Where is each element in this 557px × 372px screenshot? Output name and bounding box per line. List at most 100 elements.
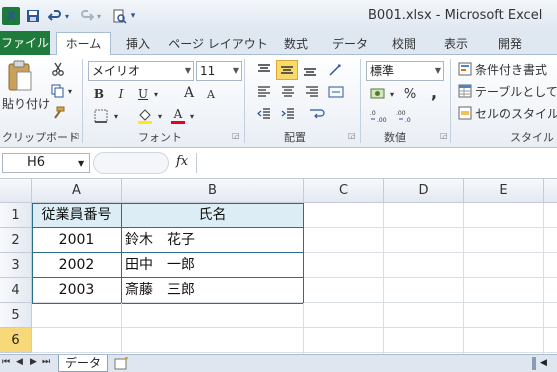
row-header[interactable]: 5 (0, 303, 32, 328)
insert-sheet-icon[interactable] (114, 356, 130, 370)
excel-logo-icon[interactable]: X (2, 7, 20, 25)
font-color-button[interactable]: A (170, 105, 186, 125)
worksheet-grid[interactable]: A B C D E 1 2 3 4 5 6 従業員番号 氏名 2001 鈴木 花… (0, 179, 557, 354)
cell-a3[interactable]: 2002 (32, 253, 122, 278)
sheet-tab-active[interactable]: データ (58, 355, 108, 372)
tab-data[interactable]: データ (325, 33, 375, 55)
conditional-format-button[interactable]: 条件付き書式 (475, 61, 547, 78)
font-color-dropdown-icon[interactable]: ▾ (188, 107, 196, 125)
column-header[interactable]: A (32, 179, 122, 203)
cell-a1[interactable]: 従業員番号 (32, 203, 122, 228)
name-box[interactable]: H6 (2, 153, 90, 173)
save-icon[interactable] (24, 7, 42, 25)
cell-b4[interactable]: 斎藤 三郎 (122, 278, 304, 303)
border-dropdown-icon[interactable]: ▾ (112, 107, 120, 125)
select-all-corner[interactable] (0, 179, 32, 203)
cell-b2[interactable]: 鈴木 花子 (122, 228, 304, 253)
comma-button[interactable]: , (428, 83, 440, 102)
percent-button[interactable]: % (402, 85, 418, 103)
font-size-select[interactable]: 11 ▼ (196, 61, 242, 81)
wrap-text-icon[interactable] (306, 105, 328, 123)
last-sheet-icon[interactable]: ⏭ (42, 357, 50, 367)
column-header[interactable]: C (304, 179, 384, 203)
column-header[interactable]: D (384, 179, 464, 203)
customize-qat-icon[interactable]: ▾ (128, 7, 138, 25)
undo-dropdown-icon[interactable]: ▾ (62, 7, 72, 25)
next-sheet-icon[interactable]: ▶ (30, 357, 37, 367)
cell-styles-icon[interactable] (456, 104, 474, 122)
empty-cells[interactable] (32, 303, 304, 354)
format-painter-icon[interactable] (50, 105, 66, 121)
bold-button[interactable]: B (92, 85, 106, 103)
tab-developer[interactable]: 開発 (490, 33, 530, 55)
orientation-icon[interactable] (326, 61, 346, 79)
currency-icon[interactable] (368, 85, 388, 103)
column-header[interactable] (544, 179, 557, 203)
align-center-icon[interactable] (278, 83, 298, 101)
underline-dropdown-icon[interactable]: ▾ (152, 85, 160, 103)
insert-function-button[interactable]: fx (176, 154, 188, 169)
increase-indent-icon[interactable] (278, 105, 298, 123)
tab-split-handle[interactable] (532, 357, 536, 370)
row-header[interactable]: 4 (0, 278, 32, 303)
italic-button[interactable]: I (114, 85, 128, 103)
empty-cells[interactable] (304, 203, 557, 354)
font-name-select[interactable]: メイリオ ▼ (88, 61, 194, 81)
tab-formulas[interactable]: 数式 (276, 33, 316, 55)
scroll-left-icon[interactable]: ◀ (540, 358, 547, 368)
tab-file[interactable]: ファイル (0, 31, 50, 55)
decrease-indent-icon[interactable] (254, 105, 274, 123)
decrease-decimal-icon[interactable]: .00.0 (394, 107, 416, 125)
row-header[interactable]: 2 (0, 228, 32, 253)
row-header-selected[interactable]: 6 (0, 328, 32, 353)
alignment-launcher-icon[interactable]: ◲ (348, 131, 356, 140)
copy-dropdown-icon[interactable]: ▾ (66, 83, 74, 99)
format-as-table-button[interactable]: テーブルとして書式 (475, 83, 557, 100)
align-right-icon[interactable] (302, 83, 322, 101)
clipboard-launcher-icon[interactable]: ◲ (72, 131, 80, 140)
copy-icon[interactable] (50, 83, 66, 99)
first-sheet-icon[interactable]: ⏮ (2, 357, 10, 367)
prev-sheet-icon[interactable]: ◀ (16, 357, 23, 367)
cut-icon[interactable] (50, 61, 66, 77)
format-as-table-icon[interactable] (456, 82, 474, 100)
tab-insert[interactable]: 挿入 (118, 33, 158, 55)
align-left-icon[interactable] (254, 83, 274, 101)
column-header[interactable]: E (464, 179, 544, 203)
align-bottom-icon[interactable] (300, 61, 320, 79)
increase-decimal-icon[interactable]: .0.00 (368, 107, 390, 125)
tab-review[interactable]: 校閲 (384, 33, 424, 55)
merge-center-icon[interactable] (326, 83, 346, 101)
align-top-icon[interactable] (254, 61, 274, 79)
cell-b1[interactable]: 氏名 (122, 203, 304, 228)
cell-a4[interactable]: 2003 (32, 278, 122, 303)
conditional-format-icon[interactable] (456, 60, 474, 78)
fill-color-icon[interactable] (136, 107, 154, 125)
number-format-select[interactable]: 標準 ▼ (366, 61, 444, 81)
cell-styles-button[interactable]: セルのスタイル (475, 105, 557, 122)
number-launcher-icon[interactable]: ◲ (440, 131, 448, 140)
shrink-font-button[interactable]: A (204, 85, 218, 103)
name-box-dropdown-icon[interactable]: ▼ (78, 159, 84, 168)
tab-view[interactable]: 表示 (436, 33, 476, 55)
border-icon[interactable] (92, 107, 110, 125)
fill-color-dropdown-icon[interactable]: ▾ (156, 107, 164, 125)
redo-dropdown-icon[interactable]: ▾ (94, 7, 104, 25)
paste-icon[interactable] (4, 59, 36, 93)
currency-dropdown-icon[interactable]: ▾ (388, 85, 396, 103)
underline-button[interactable]: U (136, 85, 150, 103)
row-header[interactable]: 3 (0, 253, 32, 278)
formula-bar-separator[interactable] (93, 152, 169, 174)
column-header[interactable]: B (122, 179, 304, 203)
row-header[interactable]: 1 (0, 203, 32, 228)
grow-font-button[interactable]: A (182, 83, 196, 103)
cell-a2[interactable]: 2001 (32, 228, 122, 253)
print-preview-icon[interactable] (110, 7, 128, 25)
paste-button[interactable]: 貼り付け (2, 95, 50, 112)
cell-b3[interactable]: 田中 一郎 (122, 253, 304, 278)
tab-page-layout[interactable]: ページ レイアウト (168, 33, 268, 55)
formula-input[interactable] (196, 153, 557, 173)
tab-home[interactable]: ホーム (56, 32, 111, 56)
align-middle-icon[interactable] (276, 60, 298, 80)
font-launcher-icon[interactable]: ◲ (232, 131, 240, 140)
